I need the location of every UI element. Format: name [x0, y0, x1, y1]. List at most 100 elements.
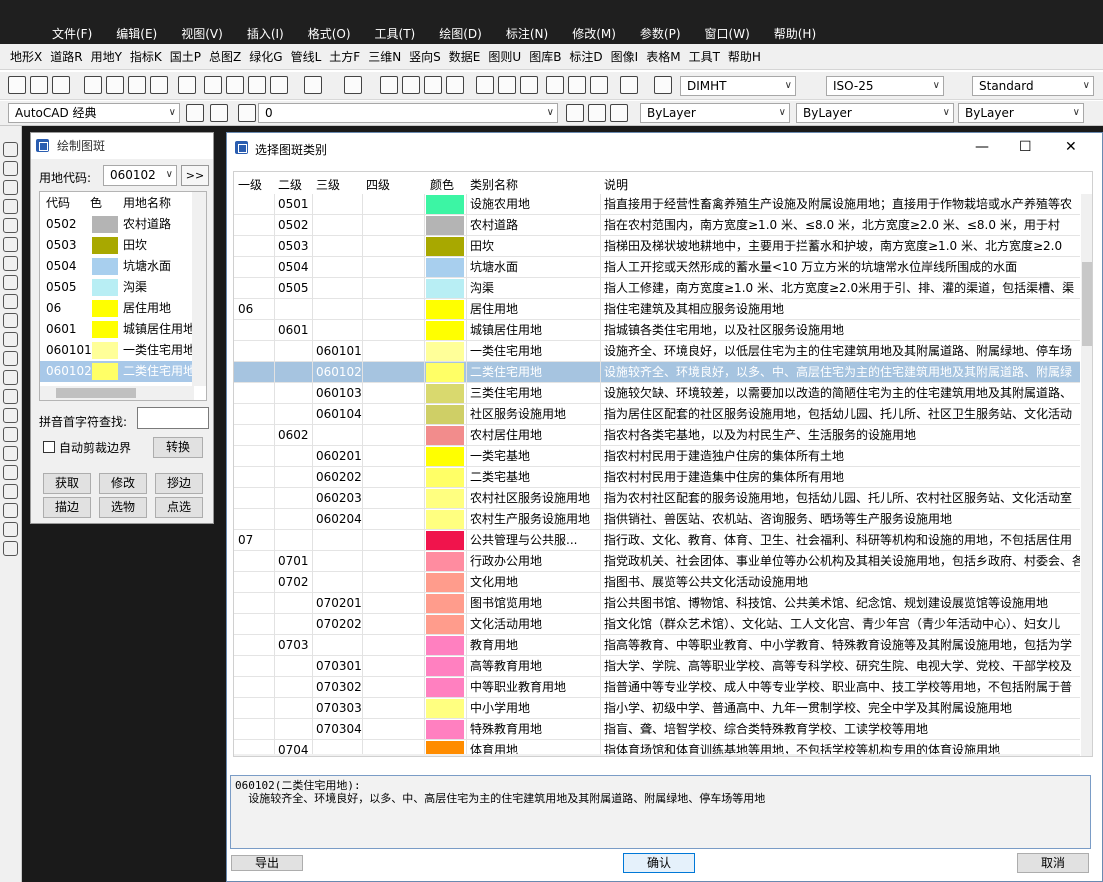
menu-item[interactable]: 修改(M): [560, 24, 628, 44]
export-button[interactable]: 导出: [231, 855, 303, 871]
table-row[interactable]: 07 公共管理与公共服... 指行政、文化、教育、体育、卫生、社会福利、科研等机构和…: [234, 530, 1080, 551]
toolbar-icon[interactable]: [476, 76, 494, 94]
category-grid[interactable]: 一级 二级 三级 四级 颜色 类别名称 说明 0501 设施农用地 指直接用于经营性…: [233, 171, 1093, 757]
toolbar-icon[interactable]: [304, 76, 322, 94]
menu-item[interactable]: 窗口(W): [693, 24, 762, 44]
color-select[interactable]: ByLayer ∨: [640, 103, 790, 123]
plugin-menu-item[interactable]: 数据E: [445, 48, 485, 65]
toolbar-icon[interactable]: [424, 76, 442, 94]
list-item[interactable]: 0503 田坎: [40, 235, 206, 256]
list-item[interactable]: 0502 农村道路: [40, 214, 206, 235]
pinyin-search-input[interactable]: [137, 407, 209, 429]
toolbar-icon[interactable]: [498, 76, 516, 94]
plugin-menu-item[interactable]: 土方F: [325, 48, 364, 65]
table-row[interactable]: 0501 设施农用地 指直接用于经营性畜禽养殖生产设施及附属设施用地；直接用于作物栽…: [234, 194, 1080, 215]
menu-item[interactable]: 编辑(E): [104, 24, 169, 44]
pick-point-button[interactable]: 点选: [155, 497, 203, 518]
toolbar-icon[interactable]: [52, 76, 70, 94]
table-row[interactable]: 070304 特殊教育用地 指盲、聋、培智学校、综合类特殊教育学校、工读学校等用地: [234, 719, 1080, 740]
draw-tool-icon[interactable]: [3, 389, 18, 404]
table-row[interactable]: 070301 高等教育用地 指大学、学院、高等职业学校、高等专科学校、研究生院、电视…: [234, 656, 1080, 677]
draw-tool-icon[interactable]: [3, 180, 18, 195]
list-item[interactable]: 060101 一类住宅用地: [40, 340, 206, 361]
layer-select[interactable]: 0 ∨: [258, 103, 558, 123]
modify-button[interactable]: 修改: [99, 473, 147, 494]
toolbar-icon[interactable]: [106, 76, 124, 94]
tablestyle-select[interactable]: Standard ∨: [972, 76, 1094, 96]
close-icon[interactable]: ✕: [1065, 139, 1077, 155]
list-item[interactable]: 0504 坑塘水面: [40, 256, 206, 277]
table-row[interactable]: 060101 一类住宅用地 设施齐全、环境良好，以低层住宅为主的住宅建筑用地及其附属…: [234, 341, 1080, 362]
grid-vscroll-thumb[interactable]: [1082, 262, 1092, 346]
table-row[interactable]: 0504 坑塘水面 指人工开挖或天然形成的蓄水量<10 万立方米的坑塘常水位岸线所围…: [234, 257, 1080, 278]
draw-tool-icon[interactable]: [3, 427, 18, 442]
plugin-menu-item[interactable]: 道路R: [46, 48, 86, 65]
table-row[interactable]: 0701 行政办公用地 指党政机关、社会团体、事业单位等办公机构及其相关设施用地，包…: [234, 551, 1080, 572]
draw-tool-icon[interactable]: [3, 161, 18, 176]
plugin-menu-item[interactable]: 地形X: [6, 48, 46, 65]
table-row[interactable]: 070302 中等职业教育用地 指普通中等专业学校、成人中等专业学校、职业高中、技工…: [234, 677, 1080, 698]
table-row[interactable]: 060104 社区服务设施用地 指为居住区配套的社区服务设施用地，包括幼儿园、托儿所…: [234, 404, 1080, 425]
menu-item[interactable]: 文件(F): [40, 24, 104, 44]
autoclip-checkbox[interactable]: [43, 441, 55, 453]
toolbar-icon[interactable]: [654, 76, 672, 94]
table-row[interactable]: 060102 二类住宅用地 设施较齐全、环境良好，以多、中、高层住宅为主的住宅建筑用…: [234, 362, 1080, 383]
table-row[interactable]: 0602 农村居住用地 指农村各类宅基地，以及为村民生产、生活服务的设施用地: [234, 425, 1080, 446]
toolbar-icon[interactable]: [270, 76, 288, 94]
plugin-menu-item[interactable]: 指标K: [126, 48, 166, 65]
cancel-button[interactable]: 取消: [1017, 853, 1089, 873]
table-row[interactable]: 0703 教育用地 指高等教育、中等职业教育、中小学教育、特殊教育设施等及其附属设施…: [234, 635, 1080, 656]
draw-tool-icon[interactable]: [3, 446, 18, 461]
list-item[interactable]: 0601 城镇居住用地: [40, 319, 206, 340]
draw-tool-icon[interactable]: [3, 237, 18, 252]
table-row[interactable]: 060204 农村生产服务设施用地 指供销社、兽医站、农机站、咨询服务、晒场等生产服…: [234, 509, 1080, 530]
plugin-menu-item[interactable]: 图则U: [484, 48, 525, 65]
ok-button[interactable]: 确认: [623, 853, 695, 873]
code-list[interactable]: 代码 色 用地名称 0502 农村道路 0503 田坎 0504 坑塘水面 0505 沟渠 06…: [39, 191, 207, 401]
draw-tool-icon[interactable]: [3, 218, 18, 233]
fetch-button[interactable]: 获取: [43, 473, 91, 494]
plugin-menu-item[interactable]: 国土P: [166, 48, 205, 65]
list-item[interactable]: 0505 沟渠: [40, 277, 206, 298]
draw-tool-icon[interactable]: [3, 256, 18, 271]
plugin-menu-item[interactable]: 帮助H: [724, 48, 765, 65]
draw-tool-icon[interactable]: [3, 332, 18, 347]
grid-hscroll[interactable]: [234, 754, 1080, 756]
minimize-icon[interactable]: —: [975, 139, 989, 155]
draw-tool-icon[interactable]: [3, 351, 18, 366]
grid-vscroll[interactable]: [1081, 194, 1092, 756]
plugin-menu-item[interactable]: 管线L: [287, 48, 326, 65]
draw-tool-icon[interactable]: [3, 294, 18, 309]
toolbar-icon[interactable]: [30, 76, 48, 94]
draw-tool-icon[interactable]: [3, 541, 18, 556]
menu-item[interactable]: 工具(T): [363, 24, 428, 44]
toolbar-icon[interactable]: [238, 104, 256, 122]
table-row[interactable]: 070202 文化活动用地 指文化馆（群众艺术馆）、文化站、工人文化宫、青少年宫（青…: [234, 614, 1080, 635]
plugin-menu-item[interactable]: 工具T: [685, 48, 724, 65]
plugin-menu-item[interactable]: 图库B: [525, 48, 565, 65]
draw-tool-icon[interactable]: [3, 142, 18, 157]
menu-item[interactable]: 绘图(D): [427, 24, 494, 44]
toolbar-icon[interactable]: [546, 76, 564, 94]
toolbar-icon[interactable]: [186, 104, 204, 122]
plugin-menu-item[interactable]: 绿化G: [245, 48, 286, 65]
toolbar-icon[interactable]: [178, 76, 196, 94]
draw-tool-icon[interactable]: [3, 313, 18, 328]
menu-item[interactable]: 格式(O): [296, 24, 363, 44]
list-item[interactable]: 060102 二类住宅用地: [40, 361, 206, 382]
plugin-menu-item[interactable]: 用地Y: [87, 48, 126, 65]
list-item[interactable]: 06 居住用地: [40, 298, 206, 319]
draw-tool-icon[interactable]: [3, 408, 18, 423]
maximize-icon[interactable]: ☐: [1019, 139, 1032, 155]
toolbar-icon[interactable]: [588, 104, 606, 122]
plugin-menu-item[interactable]: 图像I: [607, 48, 643, 65]
toolbar-icon[interactable]: [380, 76, 398, 94]
toolbar-icon[interactable]: [150, 76, 168, 94]
list-vscroll[interactable]: [192, 192, 206, 386]
table-row[interactable]: 0503 田坎 指梯田及梯状坡地耕地中，主要用于拦蓄水和护坡，南方宽度≥1.0 米、…: [234, 236, 1080, 257]
toolbar-icon[interactable]: [446, 76, 464, 94]
workspace-select[interactable]: AutoCAD 经典 ∨: [8, 103, 180, 123]
table-row[interactable]: 0702 文化用地 指图书、展览等公共文化活动设施用地: [234, 572, 1080, 593]
select-object-button[interactable]: 选物: [99, 497, 147, 518]
lineweight-select[interactable]: ByLayer ∨: [958, 103, 1084, 123]
